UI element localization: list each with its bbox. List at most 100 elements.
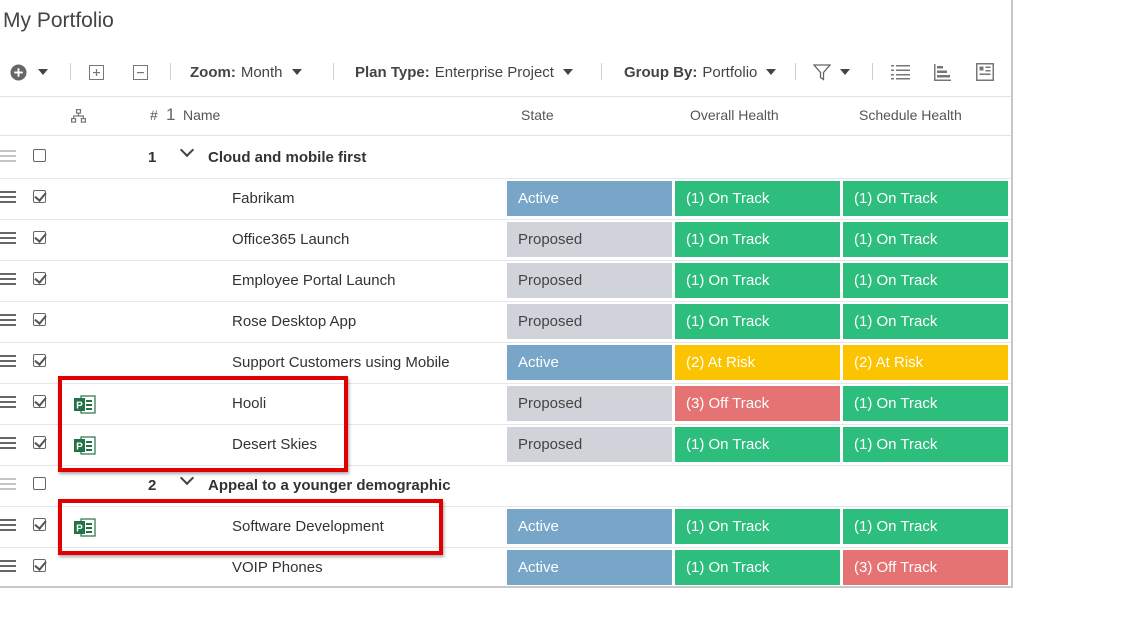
table-row[interactable]: Office365 Launch Proposed (1) On Track (1) … [0,219,1011,261]
overall-health-cell[interactable]: (1) On Track [675,263,840,298]
drag-handle-icon[interactable] [0,560,16,574]
overall-health-cell[interactable]: (1) On Track [675,304,840,339]
table-row[interactable]: Fabrikam Active (1) On Track (1) On Track [0,178,1011,220]
state-cell[interactable]: Proposed [507,263,672,298]
drag-handle-icon[interactable] [0,437,16,451]
overall-health-cell[interactable]: (2) At Risk [675,345,840,380]
plan-type-dropdown[interactable]: Plan Type: Enterprise Project [355,48,573,96]
table-row[interactable]: Employee Portal Launch Proposed (1) On Tra… [0,260,1011,302]
group-by-dropdown[interactable]: Group By: Portfolio [624,48,777,96]
overall-health-cell[interactable]: (1) On Track [675,550,840,585]
toolbar-divider [333,63,334,80]
highlight-box [58,376,348,472]
column-header-name[interactable]: Name [183,107,220,123]
group-row[interactable]: 1 Cloud and mobile first [0,137,1011,179]
row-checkbox[interactable] [33,149,46,162]
filter-button[interactable] [813,48,850,96]
state-cell[interactable]: Active [507,181,672,216]
project-name[interactable]: Fabrikam [232,190,295,207]
project-name[interactable]: Office365 Launch [232,231,349,248]
collapse-icon [133,64,148,80]
row-checkbox[interactable] [33,190,46,203]
toolbar-divider [601,63,602,80]
state-cell[interactable]: Active [507,345,672,380]
state-cell[interactable]: Proposed [507,427,672,462]
schedule-health-cell[interactable]: (1) On Track [843,181,1008,216]
page-title: My Portfolio [3,9,114,32]
chevron-down-icon [38,69,48,75]
chevron-down-icon[interactable] [179,470,195,486]
toolbar-divider [795,63,796,80]
drag-handle-icon[interactable] [0,150,16,164]
row-checkbox[interactable] [33,313,46,326]
highlight-box [58,499,443,555]
overall-health-cell[interactable]: (1) On Track [675,181,840,216]
timeline-view-button[interactable] [934,48,951,96]
column-header-schedule-health[interactable]: Schedule Health [859,107,962,123]
schedule-health-cell[interactable]: (1) On Track [843,222,1008,257]
project-name[interactable]: Employee Portal Launch [232,272,395,289]
overall-health-cell[interactable]: (3) Off Track [675,386,840,421]
project-name[interactable]: Support Customers using Mobile [232,354,450,371]
row-checkbox[interactable] [33,477,46,490]
schedule-health-cell[interactable]: (3) Off Track [843,550,1008,585]
schedule-health-cell[interactable]: (1) On Track [843,263,1008,298]
chevron-down-icon[interactable] [179,142,195,158]
collapse-all-button[interactable] [133,48,148,96]
schedule-health-cell[interactable]: (1) On Track [843,304,1008,339]
state-cell[interactable]: Proposed [507,386,672,421]
state-cell[interactable]: Proposed [507,222,672,257]
list-view-button[interactable] [891,48,910,96]
schedule-health-cell[interactable]: (2) At Risk [843,345,1008,380]
row-checkbox[interactable] [33,354,46,367]
overall-health-cell[interactable]: (1) On Track [675,427,840,462]
column-header-number[interactable]: # [150,107,158,123]
add-button[interactable] [10,48,48,96]
chevron-down-icon [562,69,573,75]
toolbar: Zoom: Month Plan Type: Enterprise Projec… [0,48,1011,97]
column-header-row: # 1 Name State Overall Health Schedule H… [0,97,1011,136]
group-name: Cloud and mobile first [208,149,367,166]
expand-icon [89,64,104,80]
state-cell[interactable]: Active [507,509,672,544]
drag-handle-icon[interactable] [0,519,16,533]
schedule-health-cell[interactable]: (1) On Track [843,509,1008,544]
drag-handle-icon[interactable] [0,478,16,492]
column-header-state[interactable]: State [521,107,554,123]
row-checkbox[interactable] [33,231,46,244]
zoom-dropdown[interactable]: Zoom: Month [190,48,302,96]
group-name: Appeal to a younger demographic [208,477,451,494]
drag-handle-icon[interactable] [0,355,16,369]
plan-type-label: Plan Type: [355,63,430,81]
drag-handle-icon[interactable] [0,273,16,287]
chevron-down-icon [766,69,777,75]
drag-handle-icon[interactable] [0,232,16,246]
sort-indicator: 1 [166,105,176,124]
row-checkbox[interactable] [33,518,46,531]
state-cell[interactable]: Active [507,550,672,585]
drag-handle-icon[interactable] [0,191,16,205]
row-checkbox[interactable] [33,559,46,572]
table-row[interactable]: Rose Desktop App Proposed (1) On Track (1) … [0,301,1011,343]
toolbar-divider [170,63,171,80]
toolbar-divider [872,63,873,80]
row-checkbox[interactable] [33,436,46,449]
group-by-value: Portfolio [702,63,758,81]
overall-health-cell[interactable]: (1) On Track [675,509,840,544]
gantt-icon [934,63,951,81]
expand-all-button[interactable] [89,48,104,96]
board-view-button[interactable] [976,48,994,96]
schedule-health-cell[interactable]: (1) On Track [843,386,1008,421]
schedule-health-cell[interactable]: (1) On Track [843,427,1008,462]
list-icon [891,65,910,80]
state-cell[interactable]: Proposed [507,304,672,339]
overall-health-cell[interactable]: (1) On Track [675,222,840,257]
row-checkbox[interactable] [33,272,46,285]
drag-handle-icon[interactable] [0,396,16,410]
column-header-overall-health[interactable]: Overall Health [690,107,779,123]
project-name[interactable]: VOIP Phones [232,559,323,576]
project-name[interactable]: Rose Desktop App [232,313,356,330]
hierarchy-icon[interactable] [71,109,86,123]
row-checkbox[interactable] [33,395,46,408]
drag-handle-icon[interactable] [0,314,16,328]
